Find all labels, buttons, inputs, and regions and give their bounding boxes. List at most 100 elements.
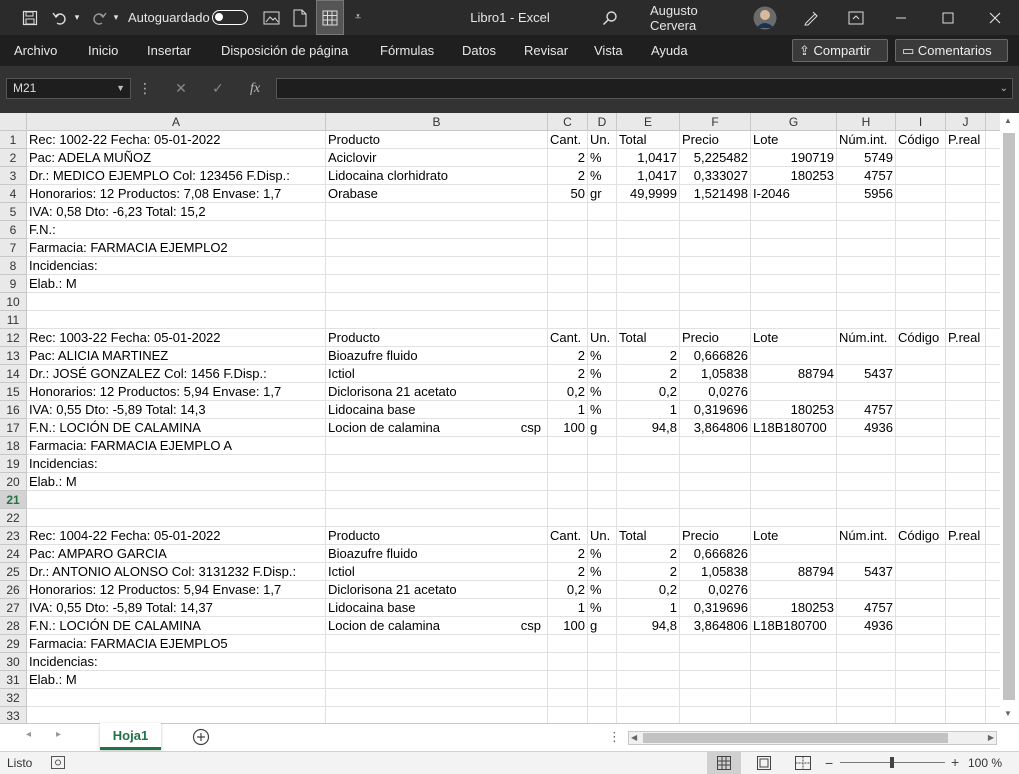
cell-k22[interactable] [986,509,1000,527]
cell-a33[interactable] [27,707,326,723]
cell-h11[interactable] [837,311,896,329]
cell-a21[interactable] [27,491,326,509]
cell-a14[interactable]: Dr.: JOSÉ GONZALEZ Col: 1456 F.Disp.: [27,365,326,383]
cell-e25[interactable]: 2 [617,563,680,581]
cell-h7[interactable] [837,239,896,257]
cell-j23[interactable]: P.real [946,527,986,545]
cell-b26[interactable]: Diclorisona 21 acetato [326,581,548,599]
cell-i2[interactable] [896,149,946,167]
cell-h14[interactable]: 5437 [837,365,896,383]
cell-e3[interactable]: 1,0417 [617,167,680,185]
cell-j8[interactable] [946,257,986,275]
cell-g14[interactable]: 88794 [751,365,837,383]
cell-j3[interactable] [946,167,986,185]
cell-j24[interactable] [946,545,986,563]
cell-a13[interactable]: Pac: ALICIA MARTINEZ [27,347,326,365]
cell-b29[interactable] [326,635,548,653]
cell-c15[interactable]: 0,2 [548,383,588,401]
cell-b3[interactable]: Lidocaina clorhidrato [326,167,548,185]
cell-j1[interactable]: P.real [946,131,986,149]
cell-h26[interactable] [837,581,896,599]
cell-b12[interactable]: Producto [326,329,548,347]
document-icon[interactable] [290,0,310,35]
cell-d22[interactable] [588,509,617,527]
cell-a19[interactable]: Incidencias: [27,455,326,473]
cell-a17[interactable]: F.N.: LOCIÓN DE CALAMINA [27,419,326,437]
row-header[interactable]: 32 [0,689,27,707]
enter-icon[interactable]: ✓ [204,78,232,99]
pen-icon[interactable] [800,0,822,35]
cell-c28[interactable]: 100 [548,617,588,635]
ribbon-display-icon[interactable] [845,0,867,35]
cell-j29[interactable] [946,635,986,653]
cell-k29[interactable] [986,635,1000,653]
cell-k31[interactable] [986,671,1000,689]
cell-a32[interactable] [27,689,326,707]
cell-c29[interactable] [548,635,588,653]
cell-c19[interactable] [548,455,588,473]
cell-a9[interactable]: Elab.: M [27,275,326,293]
cell-j12[interactable]: P.real [946,329,986,347]
cell-i14[interactable] [896,365,946,383]
row-header[interactable]: 29 [0,635,27,653]
cell-d6[interactable] [588,221,617,239]
cell-f7[interactable] [680,239,751,257]
page-layout-icon[interactable] [757,756,771,773]
cell-a5[interactable]: IVA: 0,58 Dto: -6,23 Total: 15,2 [27,203,326,221]
cell-e12[interactable]: Total [617,329,680,347]
cell-c10[interactable] [548,293,588,311]
cell-g5[interactable] [751,203,837,221]
cell-k12[interactable] [986,329,1000,347]
cell-c14[interactable]: 2 [548,365,588,383]
user-name[interactable]: Augusto Cervera [650,0,745,35]
cell-g26[interactable] [751,581,837,599]
cell-k9[interactable] [986,275,1000,293]
cell-i30[interactable] [896,653,946,671]
cell-f21[interactable] [680,491,751,509]
cell-d7[interactable] [588,239,617,257]
column-header-e[interactable]: E [617,113,680,131]
cell-k16[interactable] [986,401,1000,419]
cell-f5[interactable] [680,203,751,221]
tab-ayuda[interactable]: Ayuda [651,35,688,66]
cell-g6[interactable] [751,221,837,239]
cell-i17[interactable] [896,419,946,437]
cell-d29[interactable] [588,635,617,653]
cell-b6[interactable] [326,221,548,239]
cell-j15[interactable] [946,383,986,401]
cell-c11[interactable] [548,311,588,329]
cell-i5[interactable] [896,203,946,221]
cell-d19[interactable] [588,455,617,473]
cell-b20[interactable] [326,473,548,491]
cell-a28[interactable]: F.N.: LOCIÓN DE CALAMINA [27,617,326,635]
cell-d10[interactable] [588,293,617,311]
cell-k15[interactable] [986,383,1000,401]
horizontal-scroll-thumb[interactable] [643,733,948,743]
cell-k4[interactable] [986,185,1000,203]
cell-b24[interactable]: Bioazufre fluido [326,545,548,563]
autosave-toggle[interactable] [212,10,248,25]
cell-a25[interactable]: Dr.: ANTONIO ALONSO Col: 3131232 F.Disp.… [27,563,326,581]
cell-j22[interactable] [946,509,986,527]
cell-d32[interactable] [588,689,617,707]
cell-a24[interactable]: Pac: AMPARO GARCIA [27,545,326,563]
undo-dropdown-icon[interactable]: ▾ [71,0,83,35]
column-header-a[interactable]: A [27,113,326,131]
cell-c12[interactable]: Cant. [548,329,588,347]
cell-a23[interactable]: Rec: 1004-22 Fecha: 05-01-2022 [27,527,326,545]
cell-k6[interactable] [986,221,1000,239]
cell-h9[interactable] [837,275,896,293]
cell-a31[interactable]: Elab.: M [27,671,326,689]
cell-i20[interactable] [896,473,946,491]
name-box[interactable]: M21 ▼ [6,78,131,99]
cell-h21[interactable] [837,491,896,509]
cell-d25[interactable]: % [588,563,617,581]
column-header-f[interactable]: F [680,113,751,131]
cell-b21[interactable] [326,491,548,509]
cell-b23[interactable]: Producto [326,527,548,545]
cell-k14[interactable] [986,365,1000,383]
save-icon[interactable] [18,0,42,35]
cell-e28[interactable]: 94,8 [617,617,680,635]
expand-formula-icon[interactable]: ⌄ [1000,79,1008,98]
cell-k23[interactable] [986,527,1000,545]
